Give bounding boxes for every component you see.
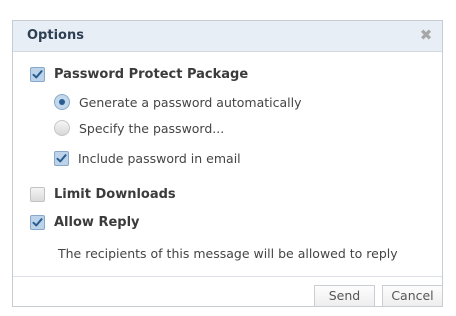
allow-reply-option[interactable]: Allow Reply <box>30 215 140 230</box>
password-protect-option[interactable]: Password Protect Package <box>30 67 248 82</box>
allow-reply-checkbox[interactable] <box>30 215 45 230</box>
limit-downloads-label: Limit Downloads <box>54 187 176 202</box>
include-password-option[interactable]: Include password in email <box>54 151 241 166</box>
dialog-title: Options <box>27 28 84 43</box>
generate-auto-radio[interactable] <box>54 94 70 110</box>
specify-password-label: Specify the password... <box>79 120 225 136</box>
checkmark-icon <box>32 70 43 79</box>
limit-downloads-option[interactable]: Limit Downloads <box>30 187 176 202</box>
limit-downloads-checkbox[interactable] <box>30 187 45 202</box>
generate-auto-label: Generate a password automatically <box>79 94 302 110</box>
specify-password-radio[interactable] <box>54 120 70 136</box>
include-password-label: Include password in email <box>78 151 241 166</box>
dialog-header: Options ✖ <box>13 21 442 52</box>
checkmark-icon <box>56 154 67 163</box>
checkmark-icon <box>32 218 43 227</box>
send-button[interactable]: Send <box>314 285 375 307</box>
reply-note: The recipients of this message will be a… <box>58 246 398 261</box>
include-password-checkbox[interactable] <box>54 151 69 166</box>
password-protect-label: Password Protect Package <box>54 67 249 82</box>
options-dialog: Options ✖ Password Protect Package Gener… <box>12 20 443 307</box>
close-icon[interactable]: ✖ <box>418 26 434 44</box>
allow-reply-label: Allow Reply <box>54 215 140 230</box>
password-protect-checkbox[interactable] <box>30 67 45 82</box>
footer-divider <box>13 276 442 277</box>
specify-password-option[interactable]: Specify the password... <box>54 120 224 136</box>
generate-auto-option[interactable]: Generate a password automatically <box>54 94 302 110</box>
cancel-button[interactable]: Cancel <box>382 285 443 307</box>
